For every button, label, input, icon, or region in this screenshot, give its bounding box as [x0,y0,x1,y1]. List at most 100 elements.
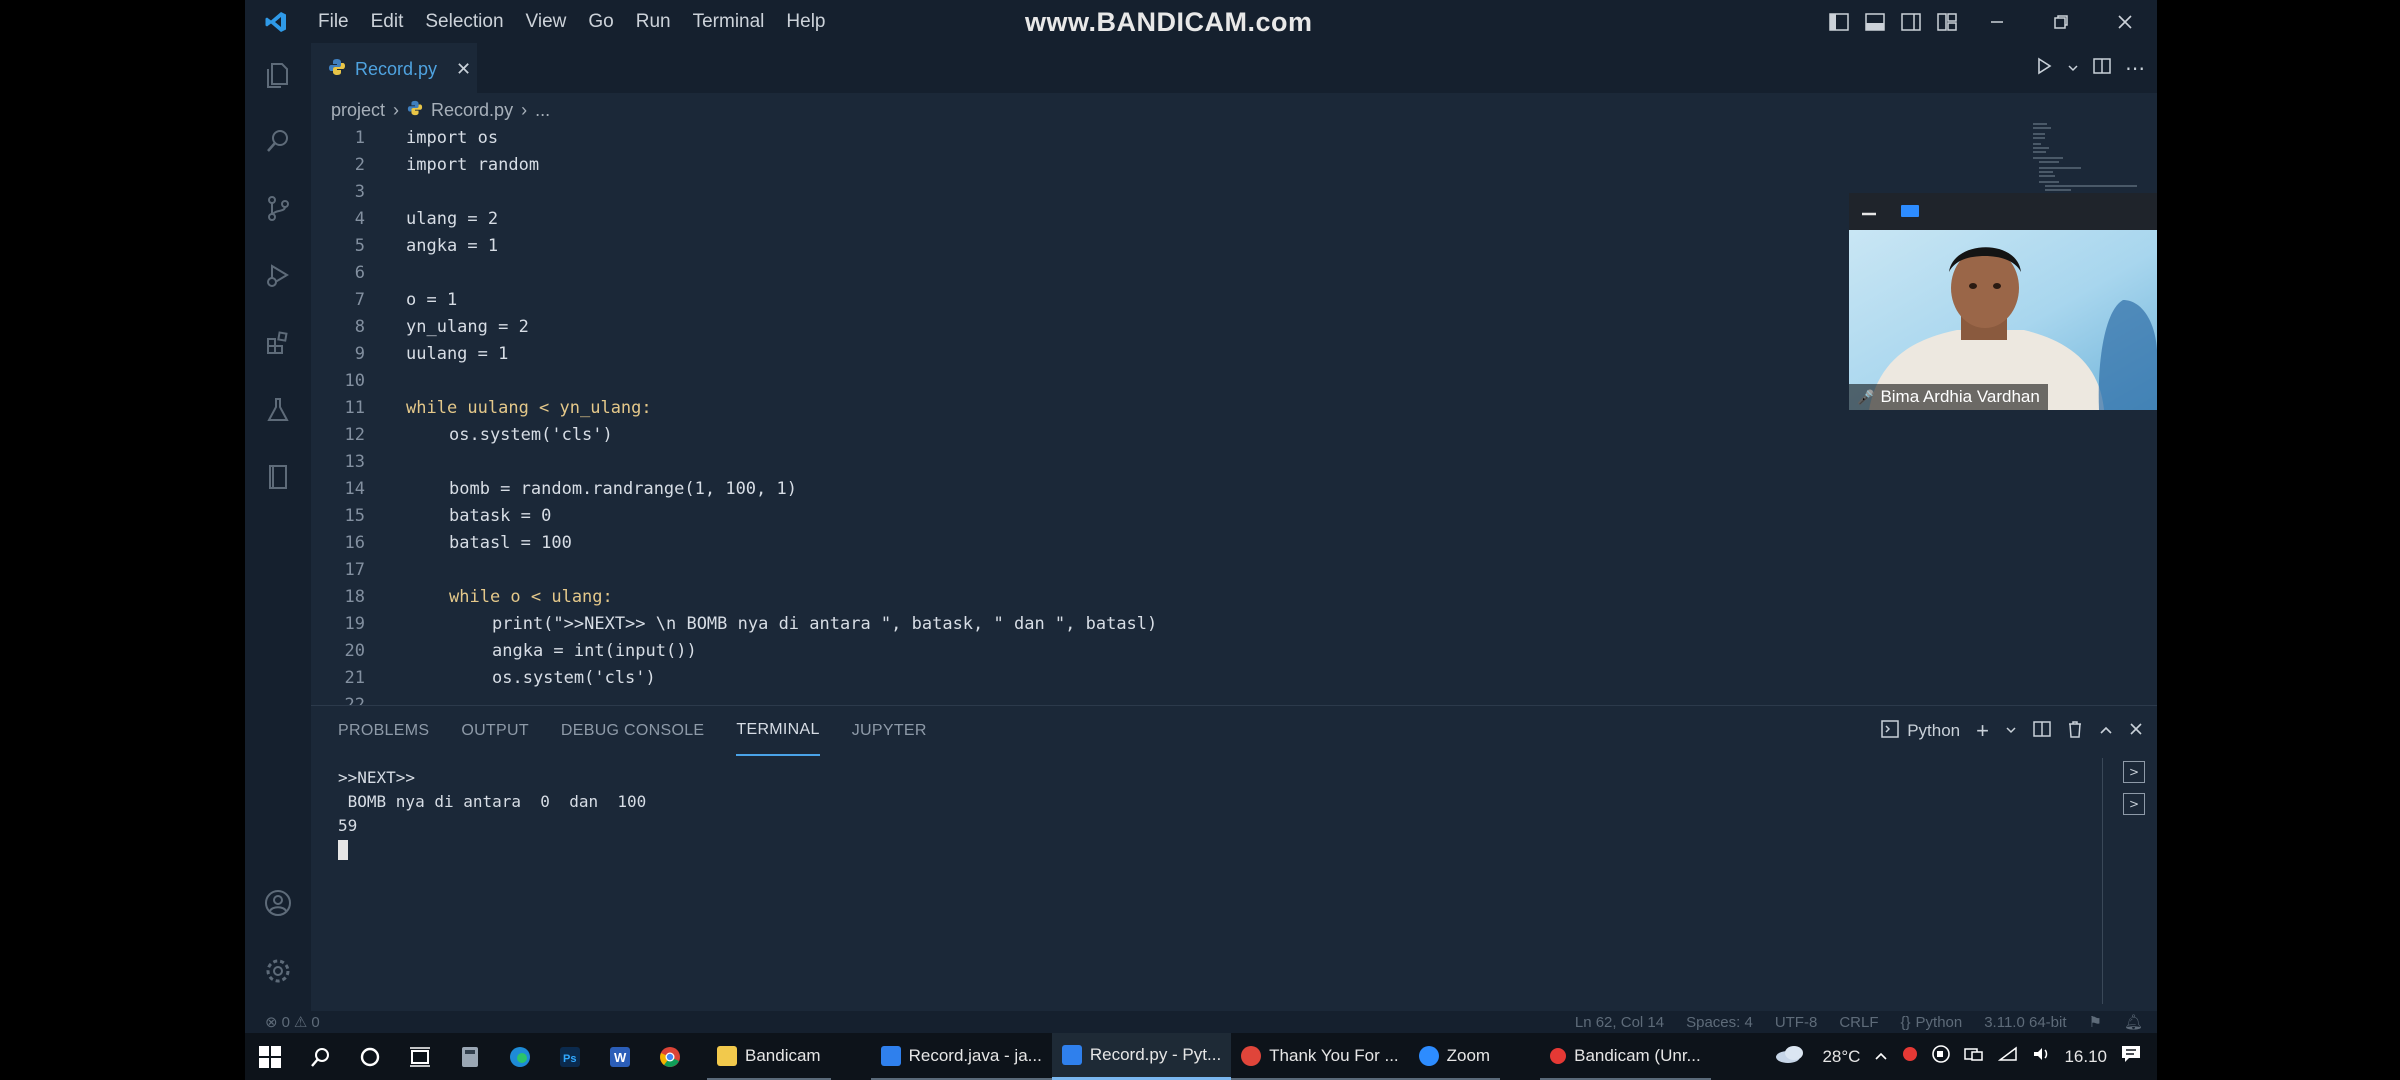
zoom-video-window[interactable]: 🎤 Bima Ardhia Vardhan [1849,193,2157,410]
line-number: 16 [344,533,365,553]
python-file-icon [328,58,346,80]
split-editor-icon[interactable] [2093,57,2111,79]
close-window-icon[interactable] [2093,0,2157,43]
split-terminal-icon[interactable] [2033,720,2051,743]
minimize-icon[interactable] [1965,0,2029,43]
braces-icon: {} [1900,1013,1911,1031]
customize-layout-icon[interactable] [1932,0,1962,43]
terminal-instance-icon[interactable]: > [2123,761,2145,783]
run-dropdown-chevron-icon[interactable] [2067,59,2079,78]
menu-file[interactable]: File [307,11,360,33]
encoding[interactable]: UTF-8 [1775,1014,1818,1031]
folder-icon [717,1045,737,1066]
chrome-icon[interactable] [645,1033,695,1080]
weather-cloud-icon[interactable] [1774,1044,1808,1069]
edge-browser-icon[interactable] [495,1033,545,1080]
line-number: 10 [344,371,365,391]
calculator-icon[interactable] [445,1033,495,1080]
line-ending[interactable]: CRLF [1839,1014,1878,1031]
search-icon[interactable] [295,1033,345,1080]
terminal-output[interactable]: >>NEXT>> BOMB nya di antara 0 dan 100 59 [338,766,646,860]
tab-output[interactable]: OUTPUT [461,706,529,756]
explorer-icon[interactable] [258,55,298,95]
weather-temperature[interactable]: 28°C [1822,1047,1860,1067]
wifi-icon[interactable] [1998,1046,2018,1067]
taskbar-app-label: Record.py - Pyt... [1089,1045,1222,1064]
terminal-selector[interactable]: Python [1881,719,1960,743]
extensions-icon[interactable] [258,323,298,363]
menu-run[interactable]: Run [625,11,682,33]
accounts-icon[interactable] [258,883,298,923]
menu-edit[interactable]: Edit [360,11,415,33]
terminal-scrollbar[interactable] [2102,758,2103,1004]
panel-tabs: PROBLEMS OUTPUT DEBUG CONSOLE TERMINAL J… [338,706,927,756]
tab-terminal[interactable]: TERMINAL [736,706,820,756]
menu-view[interactable]: View [515,11,578,33]
recording-indicator-icon[interactable] [1902,1046,1918,1067]
menu-selection[interactable]: Selection [414,11,514,33]
testing-icon[interactable] [258,390,298,430]
word-icon[interactable]: W [595,1033,645,1080]
task-view-icon[interactable] [395,1033,445,1080]
volume-icon[interactable] [2032,1046,2050,1067]
taskbar-app-chrome-thank-you[interactable]: Thank You For ... [1231,1033,1409,1080]
tab-record-py[interactable]: Record.py ✕ [311,43,477,93]
menu-go[interactable]: Go [577,11,624,33]
notifications-bell-icon[interactable]: 🔔︎ [2124,1013,2143,1031]
maximize-panel-chevron-up-icon[interactable] [2099,721,2113,741]
indentation[interactable]: Spaces: 4 [1686,1014,1753,1031]
feedback-icon[interactable]: ⚑ [2089,1013,2102,1031]
taskbar-app-bandicam-folder[interactable]: Bandicam [707,1033,831,1080]
zoom-tray-icon[interactable] [1932,1045,1951,1068]
menu-help[interactable]: Help [775,11,836,33]
taskbar-app-zoom[interactable]: Zoom [1408,1033,1501,1080]
cortana-icon[interactable] [345,1033,395,1080]
line-number: 21 [344,668,365,688]
run-debug-icon[interactable] [258,255,298,295]
tab-close-icon[interactable]: ✕ [456,59,471,80]
toggle-primary-sidebar-icon[interactable] [1824,0,1854,43]
more-actions-icon[interactable]: ⋯ [2125,56,2145,80]
new-terminal-plus-icon[interactable]: + [1976,718,1989,744]
run-python-file-icon[interactable] [2035,57,2053,79]
problems-status[interactable]: ⊗ 0 ⚠ 0 [265,1011,320,1033]
source-control-icon[interactable] [258,188,298,228]
terminal-instance-icon[interactable]: > [2123,793,2145,815]
tab-problems[interactable]: PROBLEMS [338,706,429,756]
zoom-view-icon[interactable] [1901,202,1919,221]
status-bar: ⊗ 0 ⚠ 0 Ln 62, Col 14 Spaces: 4 UTF-8 CR… [245,1011,2157,1033]
breadcrumb-folder[interactable]: project [331,100,385,121]
tab-debug-console[interactable]: DEBUG CONSOLE [561,706,705,756]
taskbar-app-record-java[interactable]: Record.java - ja... [870,1033,1052,1080]
jupyter-notebook-icon[interactable] [258,457,298,497]
taskbar-app-bandicam-recorder[interactable]: Bandicam (Unr... [1540,1033,1711,1080]
code-text: angka = 1 [406,236,499,256]
action-center-icon[interactable] [2121,1045,2141,1068]
network-icon[interactable] [1964,1046,1984,1067]
participant-video: 🎤 Bima Ardhia Vardhan [1849,230,2157,410]
windows-start-icon[interactable] [245,1033,295,1080]
toggle-panel-icon[interactable] [1860,0,1890,43]
clock-time[interactable]: 16.10 [2064,1047,2107,1067]
new-terminal-chevron-icon[interactable] [2005,721,2017,741]
search-icon[interactable] [258,121,298,161]
python-interpreter[interactable]: 3.11.0 64-bit [1984,1014,2066,1031]
show-hidden-icons-chevron-icon[interactable] [1874,1047,1888,1067]
menu-terminal[interactable]: Terminal [682,11,776,33]
close-panel-icon[interactable] [2129,721,2143,741]
restore-icon[interactable] [2029,0,2093,43]
taskbar-app-record-py[interactable]: Record.py - Pyt... [1051,1033,1232,1080]
manage-gear-icon[interactable] [258,951,298,991]
photoshop-icon[interactable]: Ps [545,1033,595,1080]
tab-jupyter[interactable]: JUPYTER [852,706,927,756]
line-number: 15 [344,506,365,526]
language-mode[interactable]: {} Python [1900,1014,1962,1031]
zoom-minimize-icon[interactable] [1861,202,1877,221]
line-number: 9 [354,344,365,364]
toggle-secondary-sidebar-icon[interactable] [1896,0,1926,43]
kill-terminal-trash-icon[interactable] [2067,720,2083,743]
cursor-position[interactable]: Ln 62, Col 14 [1575,1014,1664,1031]
breadcrumb-more[interactable]: ... [535,100,550,121]
minimap[interactable] [2033,123,2143,203]
breadcrumb-file[interactable]: Record.py [431,100,513,121]
